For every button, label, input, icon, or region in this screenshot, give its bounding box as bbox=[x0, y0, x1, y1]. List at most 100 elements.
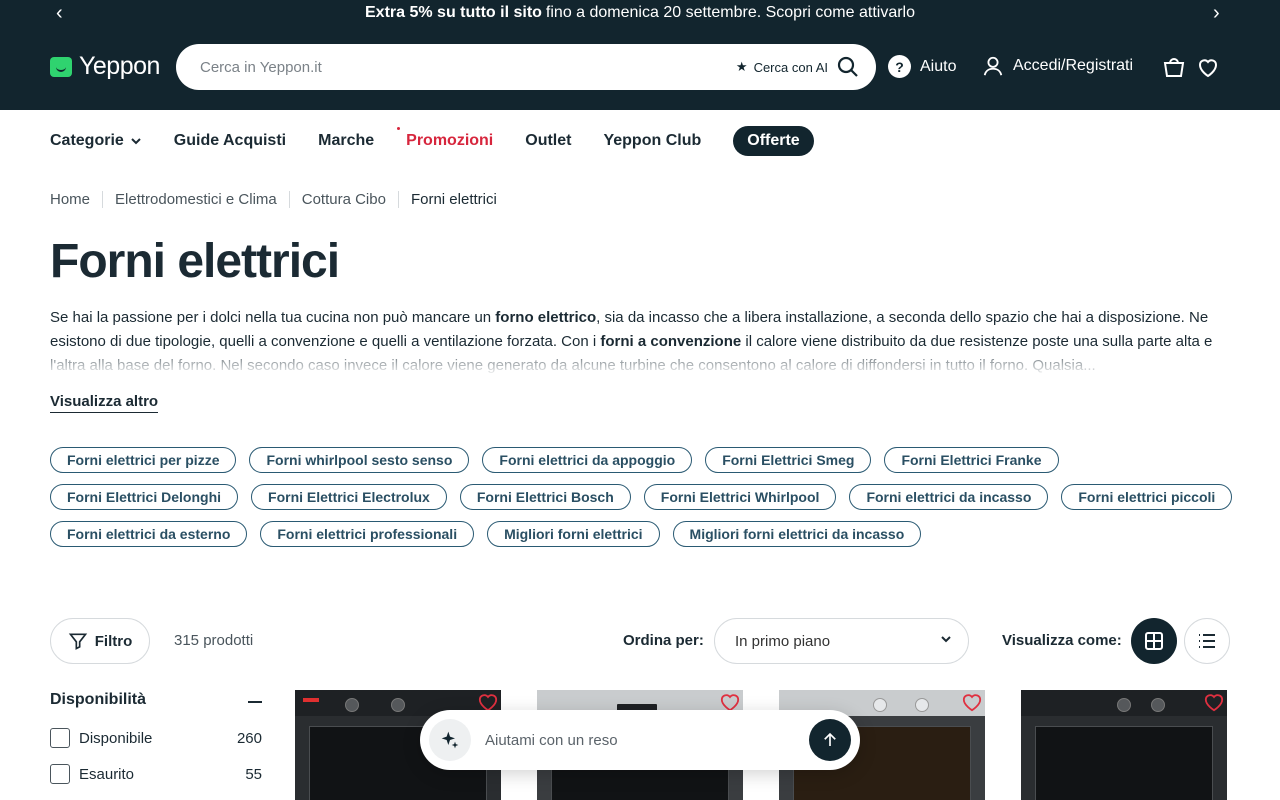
ai-search-label: Cerca con AI bbox=[753, 59, 828, 75]
tag-chip[interactable]: Forni elettrici per pizze bbox=[50, 447, 237, 473]
facet-option-count: 260 bbox=[236, 729, 262, 747]
user-icon bbox=[983, 56, 1003, 76]
checkbox[interactable] bbox=[50, 728, 70, 748]
availability-facet-title[interactable]: Disponibilità bbox=[50, 691, 262, 709]
help-icon: ? bbox=[888, 55, 911, 78]
tag-chip[interactable]: Forni elettrici da esterno bbox=[50, 521, 248, 547]
filter-icon bbox=[68, 633, 87, 650]
yeppon-logo-icon bbox=[50, 56, 72, 77]
ai-search-button[interactable]: ★ Cerca con AI bbox=[736, 59, 828, 75]
sparkle-icon bbox=[429, 719, 471, 761]
logo[interactable]: Yeppon bbox=[50, 52, 160, 81]
promo-next-icon[interactable]: › bbox=[1213, 2, 1220, 25]
search-input[interactable] bbox=[200, 58, 720, 76]
favorite-heart-icon[interactable] bbox=[961, 692, 983, 712]
description-bold: forno elettrico bbox=[495, 309, 597, 326]
collapse-minus-icon[interactable] bbox=[248, 701, 262, 703]
promo-prev-icon[interactable]: ‹ bbox=[56, 2, 63, 25]
oven-knob bbox=[1117, 698, 1131, 712]
nav-categories[interactable]: Categorie bbox=[50, 132, 142, 150]
favorite-heart-icon[interactable] bbox=[719, 692, 741, 712]
star-icon: ★ bbox=[735, 59, 748, 74]
nav-offers-button[interactable]: Offerte bbox=[733, 126, 814, 156]
tag-chip[interactable]: Forni Elettrici Smeg bbox=[705, 447, 872, 473]
help-link[interactable]: ? Aiuto bbox=[888, 55, 956, 78]
favorite-heart-icon[interactable] bbox=[1203, 692, 1225, 712]
tag-chip[interactable]: Forni elettrici da incasso bbox=[849, 484, 1049, 510]
brand-mark bbox=[303, 698, 319, 702]
list-view-button[interactable] bbox=[1184, 618, 1230, 664]
tag-chip[interactable]: Migliori forni elettrici bbox=[487, 521, 660, 547]
show-more-link[interactable]: Visualizza altro bbox=[50, 393, 159, 413]
help-label: Aiuto bbox=[920, 57, 957, 75]
breadcrumb: Home Elettrodomestici e Clima Cottura Ci… bbox=[50, 191, 509, 208]
sort-select[interactable]: In primo piano bbox=[714, 618, 969, 664]
oven-knob bbox=[915, 698, 929, 712]
chat-input[interactable] bbox=[485, 731, 785, 749]
promo-text: fino a domenica 20 settembre. Scopri com… bbox=[545, 4, 915, 21]
tag-chip[interactable]: Forni whirlpool sesto senso bbox=[249, 447, 470, 473]
oven-knob bbox=[873, 698, 887, 712]
nav-brands[interactable]: Marche bbox=[318, 132, 374, 150]
tag-chip[interactable]: Forni Elettrici Delonghi bbox=[50, 484, 239, 510]
breadcrumb-appliances[interactable]: Elettrodomestici e Clima bbox=[102, 191, 289, 208]
login-label: Accedi/Registrati bbox=[1013, 57, 1134, 74]
grid-view-button[interactable] bbox=[1131, 618, 1177, 664]
main-nav: Categorie Guide Acquisti Marche Promozio… bbox=[50, 126, 846, 156]
facet-option-sold-out[interactable]: Esaurito 55 bbox=[50, 764, 262, 784]
wishlist-heart-icon[interactable] bbox=[1196, 55, 1220, 79]
product-count: 315 prodotti bbox=[174, 632, 254, 649]
tag-chip[interactable]: Forni Elettrici Whirlpool bbox=[643, 484, 837, 510]
tag-chip[interactable]: Forni elettrici professionali bbox=[260, 521, 475, 547]
nav-promotions[interactable]: Promozioni bbox=[397, 127, 493, 150]
oven-knob bbox=[391, 698, 405, 712]
filter-button[interactable]: Filtro bbox=[50, 618, 150, 664]
product-card[interactable] bbox=[1021, 690, 1227, 800]
oven-door bbox=[1035, 726, 1213, 800]
oven-control-panel bbox=[1021, 690, 1227, 716]
sort-value: In primo piano bbox=[735, 632, 831, 650]
related-tags: Forni elettrici per pizze Forni whirlpoo… bbox=[50, 447, 1240, 547]
nav-categories-label: Categorie bbox=[50, 132, 124, 149]
favorite-heart-icon[interactable] bbox=[477, 692, 499, 712]
facet-title-label: Disponibilità bbox=[50, 691, 146, 708]
facet-option-available[interactable]: Disponibile 260 bbox=[50, 728, 262, 748]
tag-chip[interactable]: Forni Elettrici Electrolux bbox=[251, 484, 447, 510]
list-icon bbox=[1199, 634, 1215, 648]
nav-club[interactable]: Yeppon Club bbox=[603, 132, 701, 150]
oven-knob bbox=[1151, 698, 1165, 712]
checkbox[interactable] bbox=[50, 764, 70, 784]
view-label: Visualizza come: bbox=[1002, 632, 1122, 649]
chevron-down-icon bbox=[131, 138, 141, 145]
nav-guides[interactable]: Guide Acquisti bbox=[174, 132, 286, 150]
facet-option-label: Esaurito bbox=[79, 765, 135, 783]
oven-knob bbox=[345, 698, 359, 712]
breadcrumb-current: Forni elettrici bbox=[397, 191, 509, 208]
breadcrumb-cooking[interactable]: Cottura Cibo bbox=[288, 191, 398, 208]
search-bar: ★ Cerca con AI bbox=[176, 44, 876, 90]
promo-bold-text: Extra 5% su tutto il sito bbox=[365, 4, 542, 21]
tag-chip[interactable]: Forni Elettrici Franke bbox=[884, 447, 1059, 473]
login-link[interactable]: Accedi/Registrati bbox=[982, 55, 1133, 77]
logo-text: Yeppon bbox=[79, 52, 160, 80]
description-bold: forni a convenzione bbox=[600, 333, 742, 350]
nav-outlet[interactable]: Outlet bbox=[525, 132, 571, 150]
page-title: Forni elettrici bbox=[50, 235, 340, 288]
tag-chip[interactable]: Forni elettrici piccoli bbox=[1061, 484, 1233, 510]
arrow-up-icon bbox=[824, 732, 836, 746]
cart-icon[interactable] bbox=[1162, 55, 1186, 79]
promo-banner[interactable]: Extra 5% su tutto il sito fino a domenic… bbox=[0, 0, 1280, 26]
top-header: Extra 5% su tutto il sito fino a domenic… bbox=[0, 0, 1280, 110]
sort-label: Ordina per: bbox=[623, 632, 704, 649]
facet-option-label: Disponibile bbox=[79, 729, 153, 747]
facet-option-count: 55 bbox=[245, 765, 262, 783]
search-icon[interactable] bbox=[836, 55, 860, 79]
breadcrumb-home[interactable]: Home bbox=[50, 191, 102, 208]
send-button[interactable] bbox=[809, 719, 851, 761]
tag-chip[interactable]: Migliori forni elettrici da incasso bbox=[672, 521, 922, 547]
assistant-chat-bar bbox=[420, 710, 860, 770]
grid-icon bbox=[1145, 632, 1163, 650]
description-text: Se hai la passione per i dolci nella tua… bbox=[50, 309, 496, 326]
tag-chip[interactable]: Forni Elettrici Bosch bbox=[459, 484, 631, 510]
tag-chip[interactable]: Forni elettrici da appoggio bbox=[482, 447, 693, 473]
